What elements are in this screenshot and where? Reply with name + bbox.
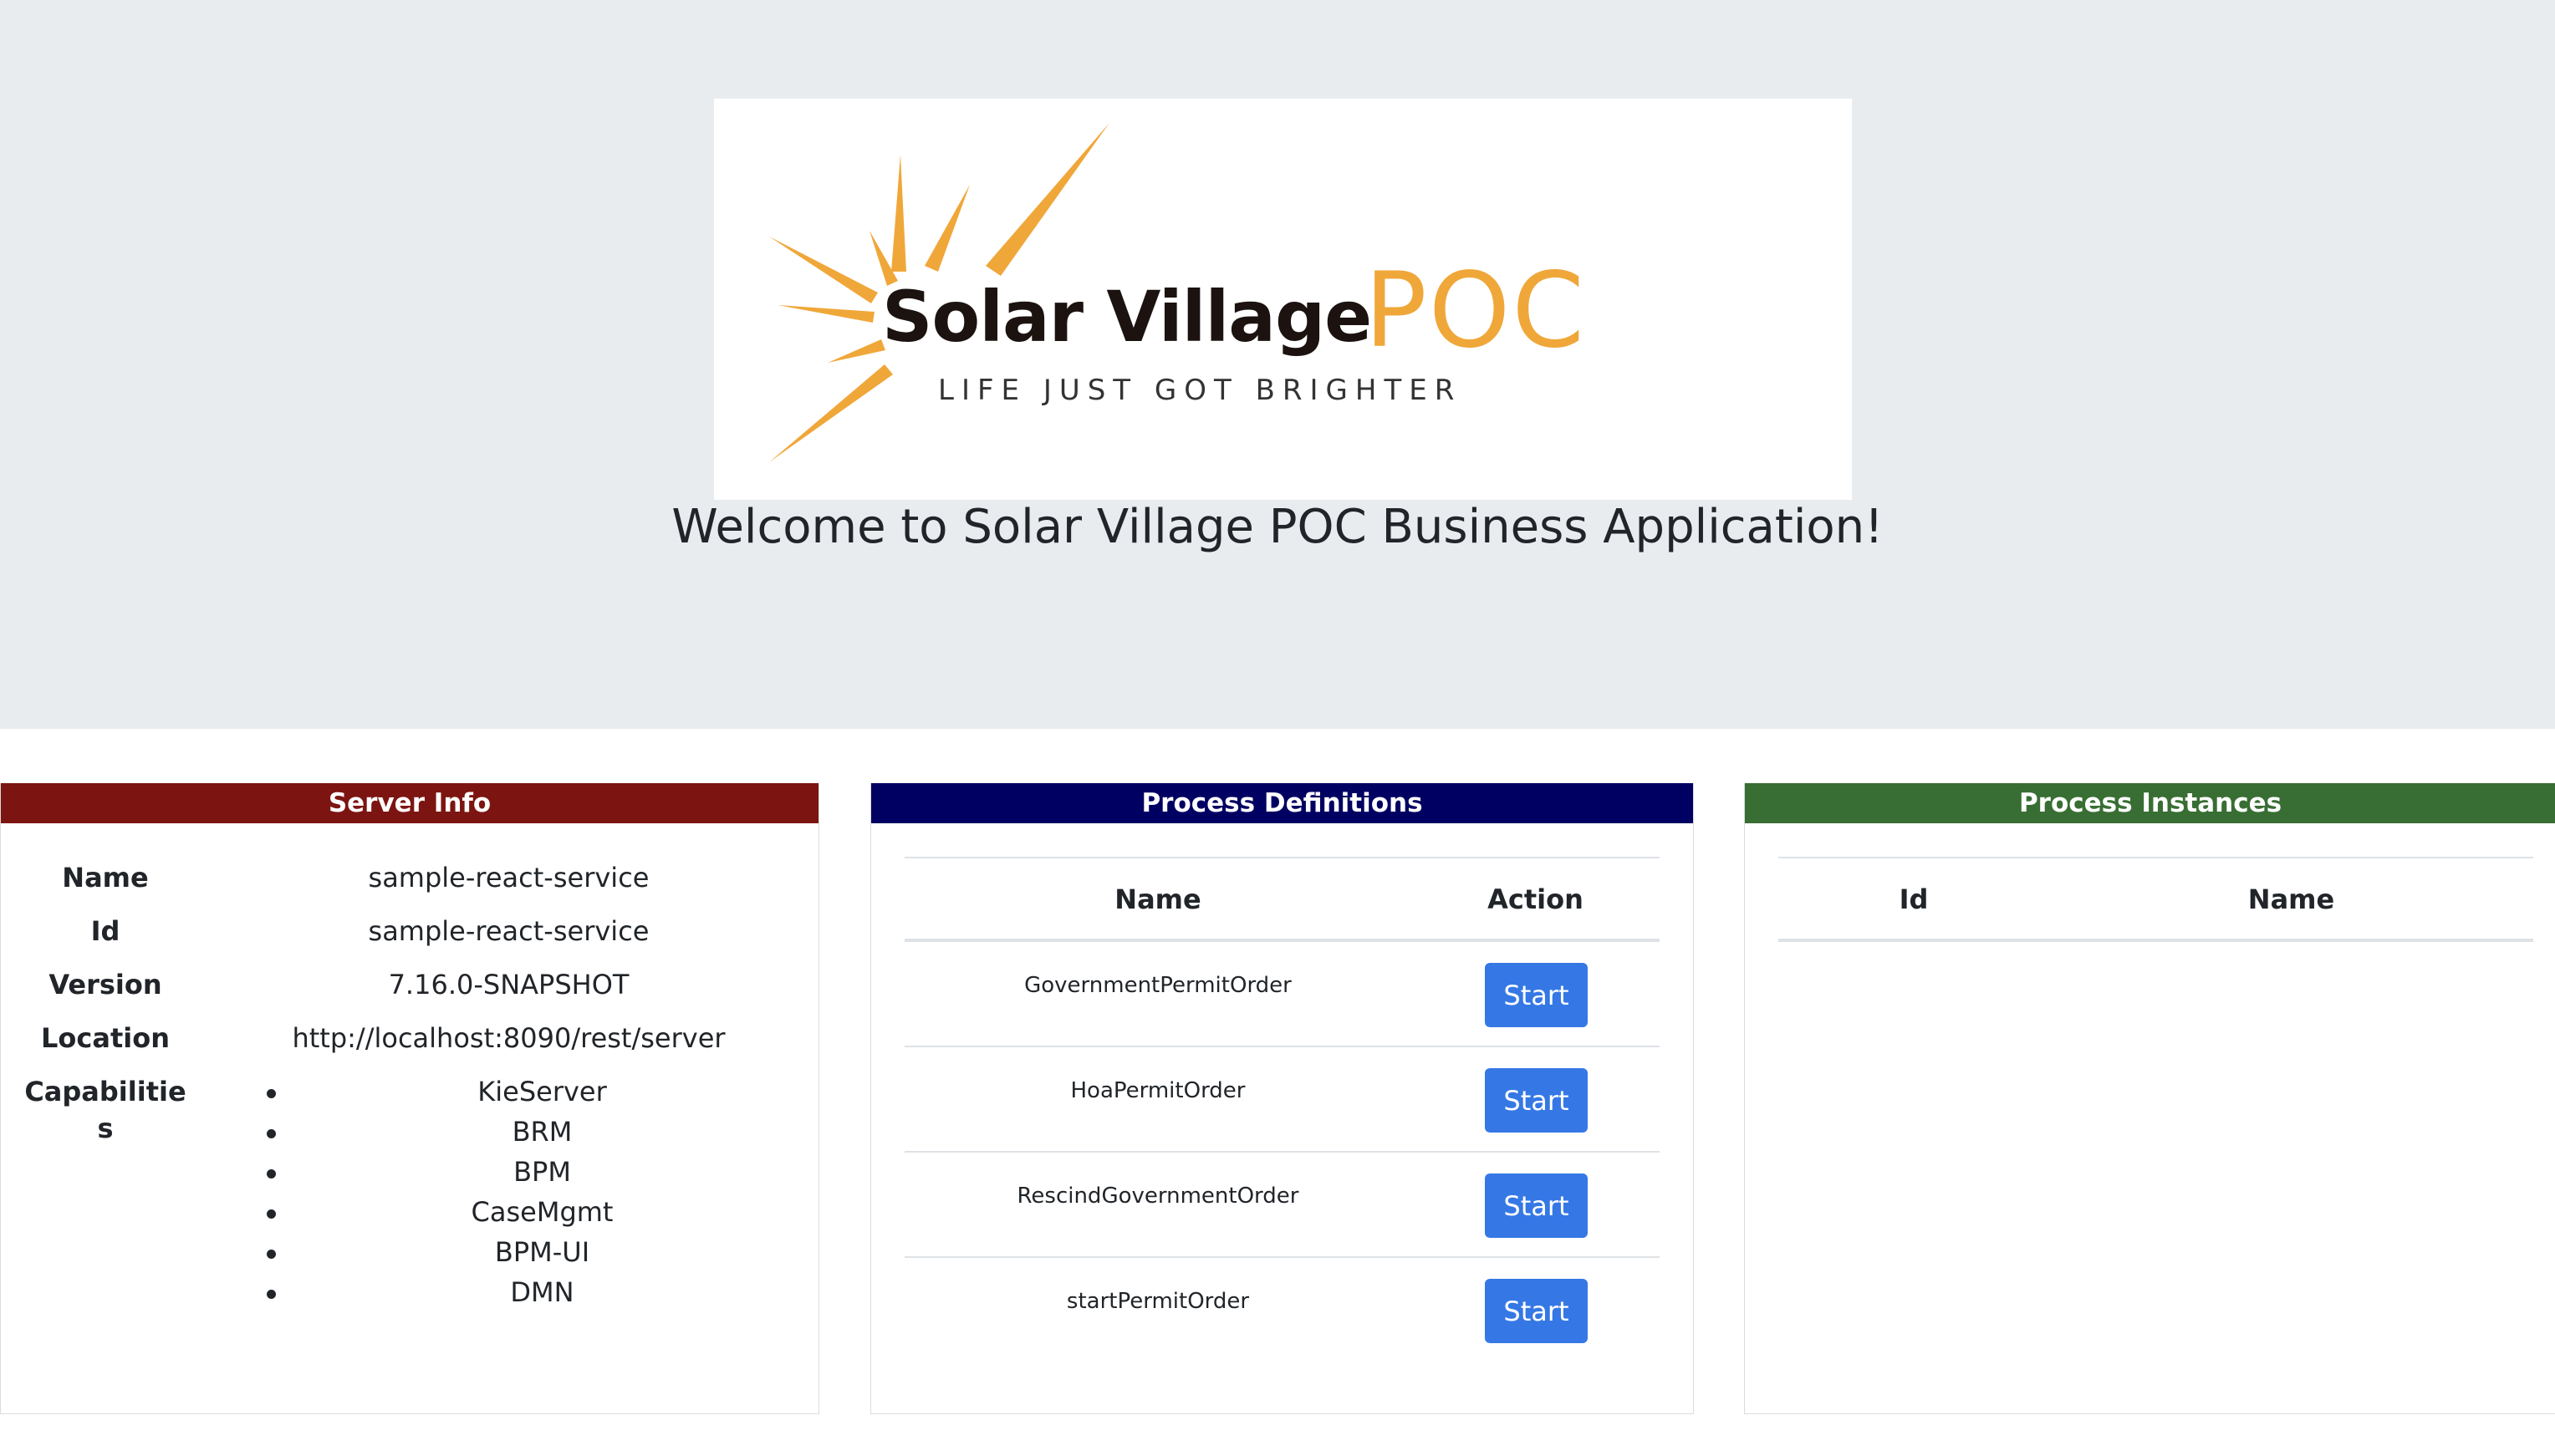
value-version: 7.16.0-SNAPSHOT xyxy=(388,969,630,1000)
label-version: Version xyxy=(48,969,162,1000)
list-item: BRM xyxy=(210,1114,875,1154)
label-id: Id xyxy=(90,915,120,947)
column-header-name: Name xyxy=(1114,883,1201,915)
start-process-button[interactable]: Start xyxy=(1485,1068,1588,1133)
logo-poc-text: POC xyxy=(1364,251,1586,371)
label-capabilities-line1: Capabilitie xyxy=(24,1076,186,1107)
start-process-button[interactable]: Start xyxy=(1485,1173,1588,1238)
label-location: Location xyxy=(41,1022,170,1054)
start-process-button[interactable]: Start xyxy=(1485,963,1588,1027)
value-id: sample-react-service xyxy=(368,915,650,947)
table-top-border xyxy=(1778,857,2533,858)
value-location: http://localhost:8090/rest/server xyxy=(292,1022,726,1054)
logo-tagline: LIFE JUST GOT BRIGHTER xyxy=(938,374,1462,407)
process-definitions-title: Process Definitions xyxy=(871,783,1693,823)
welcome-heading: Welcome to Solar Village POC Business Ap… xyxy=(671,500,1884,554)
process-name-cell: RescindGovernmentOrder xyxy=(1017,1184,1299,1209)
column-header-name: Name xyxy=(2247,883,2335,915)
table-header-border xyxy=(905,939,1660,942)
label-name: Name xyxy=(62,862,149,893)
process-name-cell: GovernmentPermitOrder xyxy=(1024,973,1292,998)
logo-brand-text: Solar Village xyxy=(882,276,1372,358)
process-instances-card: Process Instances Id Name xyxy=(1744,783,2555,1414)
row-divider xyxy=(905,1256,1660,1258)
list-item: CaseMgmt xyxy=(210,1194,875,1235)
table-header-border xyxy=(1778,939,2533,942)
start-process-button[interactable]: Start xyxy=(1485,1279,1588,1343)
server-info-title: Server Info xyxy=(1,783,819,823)
list-item: KieServer xyxy=(210,1074,875,1114)
row-divider xyxy=(905,1151,1660,1153)
server-info-card: Server Info Name sample-react-service Id… xyxy=(0,783,819,1414)
list-item: BPM-UI xyxy=(210,1235,875,1275)
hero-banner: Solar Village POC LIFE JUST GOT BRIGHTER… xyxy=(0,0,2555,729)
row-divider xyxy=(905,1046,1660,1047)
column-header-action: Action xyxy=(1487,883,1583,915)
label-capabilities: Capabilitie s xyxy=(1,1076,210,1144)
process-name-cell: HoaPermitOrder xyxy=(1070,1078,1246,1103)
list-item: DMN xyxy=(210,1275,875,1315)
column-header-id: Id xyxy=(1899,883,1929,915)
label-capabilities-line2: s xyxy=(97,1112,114,1144)
table-top-border xyxy=(905,857,1660,858)
value-name: sample-react-service xyxy=(368,862,650,893)
process-name-cell: startPermitOrder xyxy=(1066,1289,1250,1314)
process-definitions-card: Process Definitions Name Action Governme… xyxy=(870,783,1694,1414)
process-instances-title: Process Instances xyxy=(1745,783,2555,823)
list-item: BPM xyxy=(210,1154,875,1194)
